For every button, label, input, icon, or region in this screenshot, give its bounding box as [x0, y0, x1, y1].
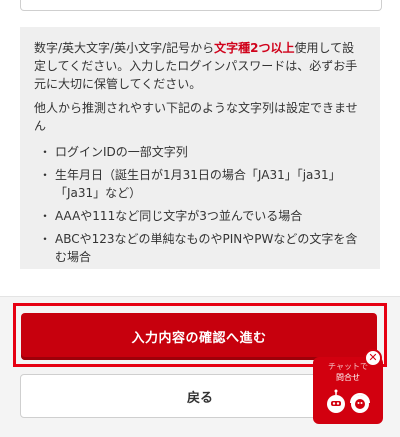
password-rules-box: 数字/英大文字/英小文字/記号から文字種2つ以上使用して設定してください。入力し…: [20, 27, 380, 269]
list-item-text: ログインIDの一部文字列: [55, 145, 188, 159]
list-item: ・ AAAや111など同じ文字が3つ並んでいる場合: [34, 207, 366, 225]
list-item-text: ABCや123などの単純なものやPINやPWなどの文字を含む場合: [55, 232, 358, 264]
chat-avatar-icon: [327, 389, 370, 413]
password-rules-intro: 数字/英大文字/英小文字/記号から文字種2つ以上使用して設定してください。入力し…: [34, 39, 366, 93]
rules-text-before: 数字/英大文字/英小文字/記号から: [34, 41, 215, 55]
list-item-text: AAAや111など同じ文字が3つ並んでいる場合: [55, 209, 303, 223]
bullet-icon: ・: [39, 232, 52, 246]
input-field-bottom-edge[interactable]: [20, 0, 382, 11]
chat-inquiry-widget[interactable]: チャットで 問合せ: [313, 357, 383, 424]
rules-emphasis: 文字種2つ以上: [214, 41, 295, 55]
confirm-input-button[interactable]: 入力内容の確認へ進む: [21, 313, 377, 360]
password-rules-restriction: 他人から推測されやすい下記のような文字列は設定できません: [34, 101, 358, 133]
list-item: ・ログインIDの一部文字列: [34, 143, 366, 161]
chat-title: 問合せ: [336, 373, 360, 382]
list-item-text: 生年月日（誕生日が1月31日の場合「JA31」「ja31」「Ja31」など）: [55, 168, 341, 200]
close-icon[interactable]: ✕: [364, 349, 382, 367]
list-item: ・ ABCや123などの単純なものやPINやPWなどの文字を含む場合: [34, 230, 366, 266]
bullet-icon: ・: [39, 209, 52, 223]
list-item: ・生年月日（誕生日が1月31日の場合「JA31」「ja31」「Ja31」など）: [34, 166, 366, 202]
bullet-icon: ・: [39, 168, 52, 182]
bullet-icon: ・: [39, 145, 52, 159]
forbidden-pattern-list: ・ログインIDの一部文字列 ・生年月日（誕生日が1月31日の場合「JA31」「j…: [34, 143, 366, 266]
